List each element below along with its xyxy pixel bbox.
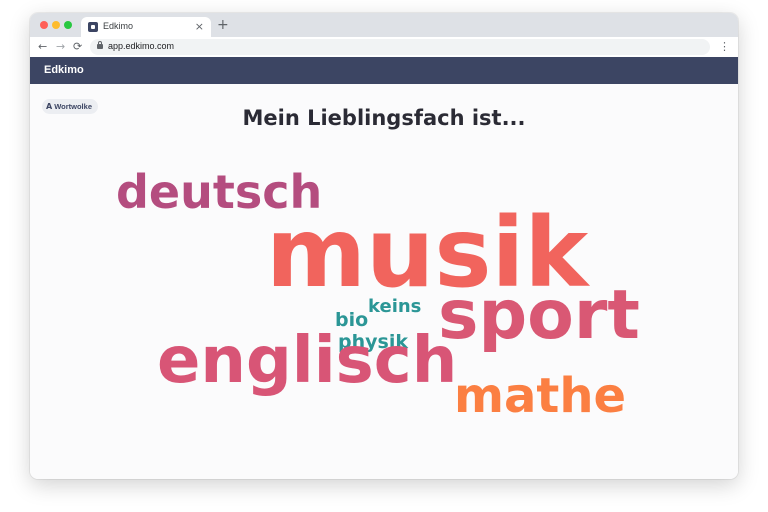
browser-toolbar: ← → ⟳ app.edkimo.com ⋮ <box>30 37 738 57</box>
question-title: Mein Lieblingsfach ist... <box>242 106 526 130</box>
app-logo-text[interactable]: Edkimo <box>44 64 84 76</box>
new-tab-button[interactable]: + <box>217 16 229 34</box>
tab-title: Edkimo <box>103 21 134 31</box>
word-cloud-panel: A Wortwolke Mein Lieblingsfach ist... de… <box>30 84 738 479</box>
maximize-window-button[interactable] <box>64 21 72 29</box>
url-text[interactable]: app.edkimo.com <box>108 41 174 51</box>
edkimo-favicon-icon <box>88 22 98 32</box>
tab-bar: Edkimo × + <box>30 13 738 37</box>
tab-close-icon[interactable]: × <box>195 19 204 35</box>
lock-icon <box>97 41 103 49</box>
close-window-button[interactable] <box>40 21 48 29</box>
forward-arrow-icon[interactable]: → <box>56 39 65 55</box>
address-bar[interactable]: app.edkimo.com <box>90 39 710 55</box>
app-header: Edkimo <box>30 57 738 84</box>
word-englisch: englisch <box>157 324 458 398</box>
word-keins: keins <box>368 296 422 317</box>
browser-tab[interactable]: Edkimo × <box>81 17 211 37</box>
back-arrow-icon[interactable]: ← <box>38 39 47 55</box>
word-sport: sport <box>438 276 640 355</box>
browser-menu-icon[interactable]: ⋮ <box>719 39 730 55</box>
browser-window: Edkimo × + ← → ⟳ app.edkimo.com ⋮ Edkimo… <box>30 13 738 479</box>
minimize-window-button[interactable] <box>52 21 60 29</box>
word-mathe: mathe <box>454 368 627 424</box>
reload-icon[interactable]: ⟳ <box>73 39 82 55</box>
